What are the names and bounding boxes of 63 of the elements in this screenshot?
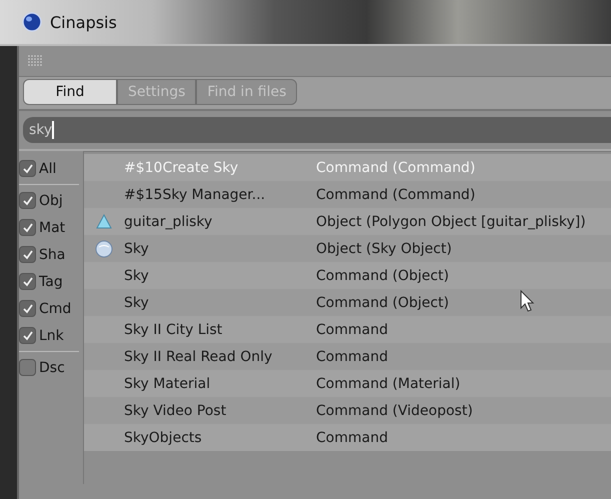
- result-row[interactable]: Sky II Real Read Only Command: [84, 343, 611, 370]
- filter-label: Dsc: [39, 360, 65, 376]
- filter-label: All: [39, 160, 56, 176]
- filter-label: Lnk: [39, 328, 64, 344]
- checkbox[interactable]: [19, 219, 36, 236]
- grip-icon[interactable]: [27, 54, 43, 68]
- checkbox[interactable]: [19, 246, 36, 263]
- check-icon: [22, 222, 34, 234]
- result-name: Sky Material: [124, 376, 212, 392]
- result-type: Object (Polygon Object [guitar_plisky]): [316, 214, 586, 230]
- result-name: Sky: [124, 294, 150, 310]
- result-name: #$15Sky Manager...: [124, 186, 266, 202]
- filter-label: Sha: [39, 246, 66, 262]
- result-row[interactable]: guitar_plisky Object (Polygon Object [guitar_plisky]): [84, 208, 611, 235]
- sphere-icon: [95, 240, 113, 258]
- result-type: Command (Object): [316, 268, 449, 284]
- checkbox[interactable]: [19, 300, 36, 317]
- result-type: Command: [316, 322, 388, 338]
- result-row[interactable]: Sky Object (Sky Object): [84, 235, 611, 262]
- result-name: Sky Video Post: [124, 402, 228, 418]
- check-icon: [22, 302, 34, 314]
- result-name: guitar_plisky: [124, 214, 214, 230]
- result-row[interactable]: Sky Material Command (Material): [84, 370, 611, 397]
- cursor-icon: [520, 290, 536, 314]
- result-row[interactable]: #$15Sky Manager... Command (Command): [84, 181, 611, 208]
- tab[interactable]: Find: [23, 79, 117, 105]
- check-icon: [22, 194, 34, 206]
- result-row[interactable]: Sky Video Post Command (Videopost): [84, 397, 611, 424]
- filter-label: Tag: [39, 274, 63, 290]
- result-type: Command (Object): [316, 294, 449, 310]
- filter-label: Cmd: [39, 300, 72, 316]
- result-type: Object (Sky Object): [316, 240, 452, 256]
- result-name: Sky: [124, 240, 150, 256]
- result-name: Sky: [124, 268, 150, 284]
- checkbox[interactable]: [19, 192, 36, 209]
- result-type: Command (Command): [316, 186, 476, 202]
- search-field[interactable]: sky: [23, 117, 611, 143]
- result-type: Command: [316, 348, 388, 364]
- result-name: SkyObjects: [124, 430, 203, 446]
- result-type: Command: [316, 430, 388, 446]
- result-row[interactable]: Sky Command (Object): [84, 262, 611, 289]
- result-name: Sky II City List: [124, 322, 224, 338]
- window-title: Cinapsis: [50, 12, 117, 32]
- check-icon: [22, 248, 34, 260]
- result-name: Sky II Real Read Only: [124, 348, 274, 364]
- cone-icon: [95, 214, 113, 230]
- filter-label: Obj: [39, 192, 63, 208]
- checkbox[interactable]: [19, 273, 36, 290]
- filter-label: Mat: [39, 220, 66, 236]
- result-name: #$10Create Sky: [124, 160, 240, 176]
- result-row[interactable]: Sky II City List Command: [84, 316, 611, 343]
- result-row[interactable]: Sky Command (Object): [84, 289, 611, 316]
- result-type: Command (Videopost): [316, 402, 473, 418]
- check-icon: [22, 330, 34, 342]
- checkbox[interactable]: [19, 160, 36, 177]
- check-icon: [22, 276, 34, 288]
- checkbox[interactable]: [19, 327, 36, 344]
- result-type: Command (Material): [316, 376, 460, 392]
- check-icon: [22, 162, 34, 174]
- result-type: Command (Command): [316, 160, 476, 176]
- checkbox[interactable]: [19, 359, 36, 376]
- result-row[interactable]: SkyObjects Command: [84, 424, 611, 451]
- app-logo-icon: [22, 12, 42, 32]
